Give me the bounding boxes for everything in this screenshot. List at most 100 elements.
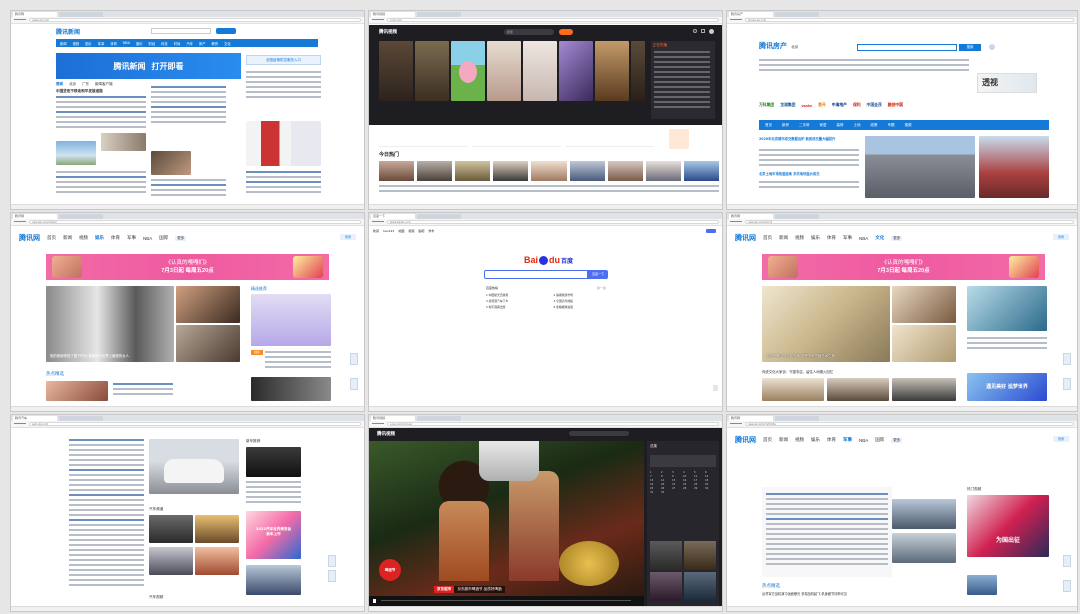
- brand-8[interactable]: 融创中国: [888, 103, 903, 108]
- brand-1[interactable]: 万科集团: [759, 103, 774, 108]
- promo-banner[interactable]: 《认真的嘎嘎们》 7月3日起 每周五20点: [46, 254, 329, 280]
- tab-qq-house[interactable]: 腾讯房产: [729, 11, 773, 17]
- new-car-photo[interactable]: [246, 447, 301, 477]
- episode-1[interactable]: 1: [650, 471, 660, 474]
- poster-8[interactable]: [631, 41, 645, 101]
- nav-buttons[interactable]: [372, 422, 384, 426]
- feedback-button[interactable]: [1063, 555, 1071, 567]
- episode-14[interactable]: 14: [661, 479, 671, 482]
- nav-news[interactable]: 新闻: [779, 437, 788, 443]
- thumb-9[interactable]: [683, 161, 719, 181]
- baidu-search-button[interactable]: 百度一下: [588, 270, 608, 279]
- nav-home[interactable]: 首页: [763, 235, 772, 241]
- nav-culture[interactable]: 文化: [224, 41, 231, 46]
- nav-buttons[interactable]: [14, 422, 26, 426]
- category-block-2[interactable]: [472, 131, 561, 147]
- tab-qq[interactable]: 腾讯网: [13, 213, 57, 219]
- photo-3[interactable]: [176, 325, 240, 362]
- hot-refresh[interactable]: 换一换: [597, 286, 606, 290]
- nav-buttons[interactable]: [730, 18, 742, 22]
- episode-30[interactable]: 30: [705, 487, 715, 490]
- sub-caption[interactable]: 传统文化大家谈：守望非遗，留住人间烟火回忆: [762, 369, 833, 374]
- nav-news[interactable]: 新闻: [60, 41, 67, 46]
- house-links[interactable]: [759, 59, 969, 74]
- episode-8[interactable]: 8: [661, 475, 671, 478]
- video-search[interactable]: 搜索: [504, 29, 554, 35]
- news-thumb-2[interactable]: [101, 133, 146, 151]
- nav-buttons[interactable]: [14, 220, 26, 224]
- tab-qq[interactable]: 腾讯网: [729, 415, 773, 421]
- nav-auto[interactable]: 汽车: [186, 41, 193, 46]
- news-list-right-2[interactable]: [246, 171, 321, 196]
- episode-29[interactable]: 29: [694, 487, 704, 490]
- house-logo[interactable]: 腾讯房产 北京: [759, 41, 798, 51]
- tab-empty[interactable]: [59, 213, 103, 219]
- link-hao123[interactable]: hao123: [383, 229, 394, 233]
- nav-buttons[interactable]: [730, 422, 742, 426]
- nav-finance[interactable]: 财经: [149, 41, 156, 46]
- nav-nba[interactable]: NBA: [859, 236, 868, 241]
- nav-home[interactable]: 首页: [763, 437, 772, 443]
- side-photo[interactable]: [967, 286, 1047, 331]
- history-icon[interactable]: [693, 29, 697, 33]
- mil-photo-2[interactable]: [892, 533, 956, 563]
- episode-15[interactable]: 15: [672, 479, 682, 482]
- nav-news[interactable]: 新闻: [779, 235, 788, 241]
- brand-3[interactable]: vanke: [801, 104, 812, 108]
- url-field[interactable]: www.baidu.com: [387, 220, 719, 224]
- category-block-1[interactable]: [379, 131, 468, 147]
- subnav-beijing[interactable]: 北京: [69, 82, 76, 87]
- poster-3[interactable]: [451, 41, 485, 101]
- feature-painting[interactable]: 水墨丹青中的文化传承 感受千年书画艺术之美: [762, 286, 890, 362]
- link-map[interactable]: 地图: [398, 229, 404, 233]
- tab-empty[interactable]: [417, 11, 461, 17]
- tab-qq-auto[interactable]: 腾讯汽车: [13, 415, 57, 421]
- url-field[interactable]: new.qq.com/ch/ent: [29, 220, 361, 224]
- house-nav-land[interactable]: 土地: [854, 123, 861, 128]
- nav-military[interactable]: 军事: [127, 235, 136, 241]
- episode-22[interactable]: 22: [683, 483, 693, 486]
- episode-19[interactable]: 19: [650, 483, 660, 486]
- nav-buttons[interactable]: [372, 220, 384, 224]
- episode-24[interactable]: 24: [705, 483, 715, 486]
- nav-pictures[interactable]: 图片: [85, 41, 92, 46]
- house-news-list[interactable]: [759, 149, 859, 169]
- qq-logo[interactable]: 腾讯网: [735, 233, 756, 243]
- link-video[interactable]: 视频: [408, 229, 414, 233]
- nav-more[interactable]: 更多: [175, 235, 187, 241]
- tab-empty[interactable]: [417, 213, 461, 219]
- photo-2[interactable]: [176, 286, 240, 323]
- news-thumb-3[interactable]: [151, 151, 191, 175]
- house-search-input[interactable]: [857, 44, 957, 51]
- brand-6[interactable]: 保利: [853, 103, 861, 108]
- hot-item-4[interactable]: 4 全国高考成绩: [554, 299, 612, 303]
- brand-7[interactable]: 中国金茂: [867, 103, 882, 108]
- back-to-top-button[interactable]: [328, 570, 336, 582]
- episode-25[interactable]: 25: [650, 487, 660, 490]
- car-photo[interactable]: [149, 439, 239, 494]
- thumb-3[interactable]: [455, 161, 491, 181]
- mil-news-list[interactable]: [766, 493, 888, 568]
- nav-ent[interactable]: 娱乐: [811, 235, 820, 241]
- auto-thumb-3[interactable]: [149, 547, 193, 575]
- subnav-guangdong[interactable]: 广东: [82, 82, 89, 87]
- episode-27[interactable]: 27: [672, 487, 682, 490]
- side-photo-2[interactable]: [246, 565, 301, 595]
- tab-qq-video[interactable]: 腾讯视频: [371, 11, 415, 17]
- back-to-top-button[interactable]: [1063, 580, 1071, 592]
- nav-tech[interactable]: 科技: [161, 41, 168, 46]
- player-controls[interactable]: [369, 596, 644, 606]
- nav-more[interactable]: 更多: [891, 235, 903, 241]
- painting-2[interactable]: [892, 286, 956, 323]
- qq-logo[interactable]: 腾讯网: [735, 435, 756, 445]
- news-list-mid-2[interactable]: [151, 179, 226, 199]
- feedback-button[interactable]: [328, 555, 336, 567]
- house-nav-topic[interactable]: 专题: [888, 123, 895, 128]
- nav-video[interactable]: 视频: [73, 41, 80, 46]
- url-field[interactable]: auto.qq.com: [29, 422, 361, 426]
- subnav-client[interactable]: 新闻客户端: [95, 82, 113, 87]
- news-list-left[interactable]: [56, 96, 146, 131]
- nav-more[interactable]: 更多: [891, 437, 903, 443]
- auto-thumb-4[interactable]: [195, 547, 239, 575]
- window-qq-news[interactable]: 腾讯网 news.qq.com 腾讯新闻 新闻 视频 图片 军事 体育 NBA …: [10, 10, 365, 210]
